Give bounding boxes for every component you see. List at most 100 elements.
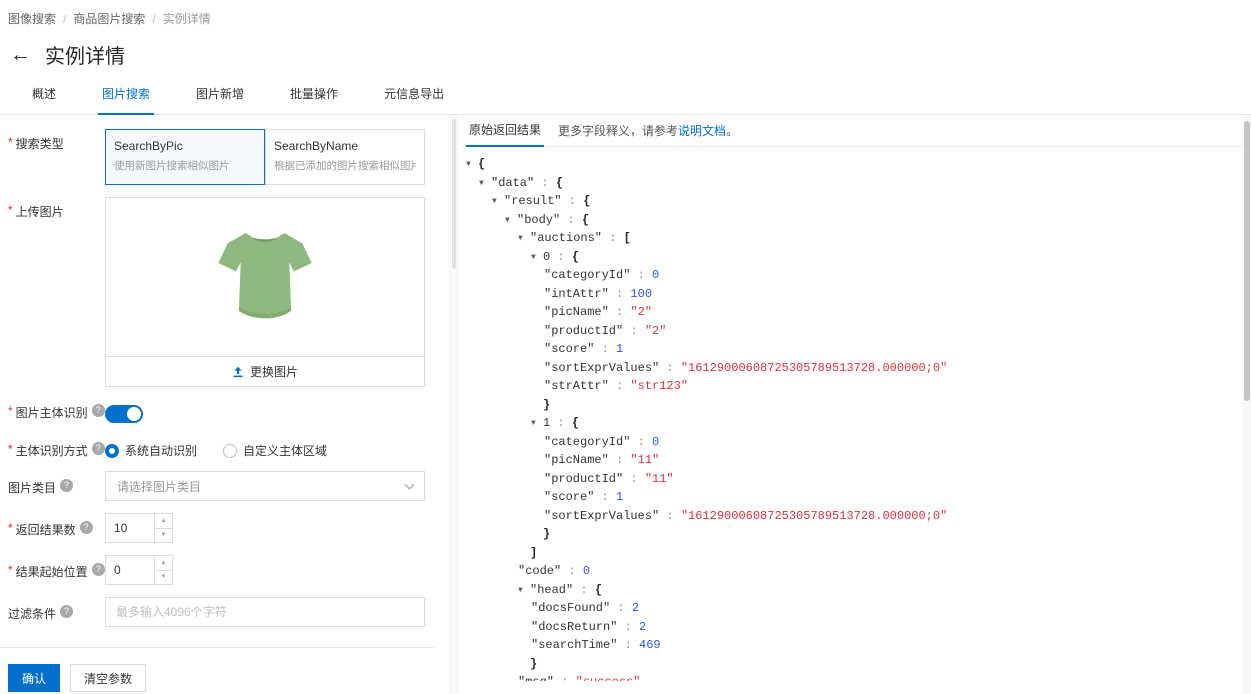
json-colon: : bbox=[617, 638, 640, 652]
json-colon: : bbox=[550, 416, 572, 430]
collapse-arrow-icon[interactable]: ▼ bbox=[531, 415, 543, 434]
search-type-card-searchbypic[interactable]: SearchByPic 使用新图片搜索相似图片 bbox=[105, 129, 265, 185]
change-image-button[interactable]: 更换图片 bbox=[106, 356, 424, 386]
start-position-input[interactable] bbox=[106, 556, 154, 584]
left-panel-scrollbar[interactable] bbox=[450, 115, 458, 694]
json-colon: : bbox=[608, 286, 631, 301]
label-text: 主体识别方式 bbox=[15, 444, 88, 458]
category-select[interactable]: 请选择图片类目 bbox=[105, 471, 425, 501]
result-panel: 原始返回结果 更多字段释义，请参考说明文档。 ▼{▼ "data" : {▼ "re… bbox=[458, 115, 1243, 694]
help-icon[interactable]: ? bbox=[60, 479, 74, 492]
page-scrollbar[interactable] bbox=[1243, 115, 1251, 694]
json-line: "msg" : "success" bbox=[462, 673, 1243, 681]
back-arrow-icon[interactable]: ← bbox=[10, 44, 31, 65]
detect-mode-label: * 主体识别方式 ? bbox=[8, 435, 105, 459]
confirm-button[interactable]: 确认 bbox=[8, 664, 61, 692]
collapse-arrow-icon[interactable]: ▼ bbox=[492, 193, 504, 212]
json-value: 1 bbox=[616, 342, 624, 356]
json-line: ▼} bbox=[462, 525, 1243, 544]
spinner-up-icon[interactable]: ▲ bbox=[155, 514, 172, 528]
required-asterisk: * bbox=[8, 135, 13, 149]
required-asterisk: * bbox=[8, 563, 13, 577]
json-value: } bbox=[530, 656, 538, 671]
tab-image-search[interactable]: 图片搜索 bbox=[98, 85, 155, 115]
help-icon[interactable]: ? bbox=[60, 605, 74, 618]
docs-link[interactable]: 说明文档 bbox=[678, 124, 726, 138]
json-colon: : bbox=[573, 582, 595, 597]
json-value: 0 bbox=[652, 268, 660, 282]
collapse-arrow-icon[interactable]: ▼ bbox=[531, 249, 543, 268]
spinner-down-icon[interactable]: ▼ bbox=[155, 527, 172, 543]
radio-label: 系统自动识别 bbox=[125, 444, 198, 458]
filter-row: 过滤条件 ? bbox=[8, 597, 450, 627]
radio-custom[interactable]: 自定义主体区域 bbox=[223, 442, 327, 459]
json-key: "msg" bbox=[518, 675, 554, 681]
help-icon[interactable]: ? bbox=[91, 404, 105, 417]
help-icon[interactable]: ? bbox=[91, 563, 105, 576]
search-type-card-searchbyname[interactable]: SearchByName 根据已添加的图片搜索相似图片 bbox=[265, 129, 425, 185]
json-line: "strAttr" : "str123" bbox=[462, 377, 1243, 396]
json-value: 469 bbox=[639, 638, 661, 652]
tab-overview[interactable]: 概述 bbox=[28, 85, 60, 114]
filter-input[interactable] bbox=[105, 597, 425, 627]
collapse-arrow-icon[interactable]: ▼ bbox=[518, 582, 530, 601]
json-colon: : bbox=[602, 231, 624, 245]
json-line: "productId" : "11" bbox=[462, 470, 1243, 489]
json-value: "11" bbox=[630, 453, 660, 467]
clear-params-button[interactable]: 清空参数 bbox=[70, 664, 147, 692]
label-text: 返回结果数 bbox=[15, 523, 76, 537]
search-type-card-title: SearchByName bbox=[274, 139, 359, 153]
json-colon: : bbox=[554, 675, 576, 681]
help-icon[interactable]: ? bbox=[79, 521, 93, 534]
json-value: "success" bbox=[576, 675, 641, 681]
json-line: ▼ 1 : { bbox=[462, 414, 1243, 433]
json-value: { bbox=[581, 212, 590, 227]
collapse-arrow-icon[interactable]: ▼ bbox=[479, 175, 491, 194]
category-select-placeholder: 请选择图片类目 bbox=[117, 479, 202, 494]
uploaded-tshirt-image bbox=[218, 233, 312, 319]
left-panel-scrollbar-thumb[interactable] bbox=[452, 119, 456, 269]
detect-mode-radio-group: 系统自动识别 自定义主体区域 bbox=[105, 435, 425, 459]
tab-image-add[interactable]: 图片新增 bbox=[192, 85, 248, 114]
json-line: "intAttr" : 100 bbox=[462, 285, 1243, 304]
tab-batch-operation[interactable]: 批量操作 bbox=[286, 85, 342, 114]
radio-auto[interactable]: 系统自动识别 bbox=[105, 442, 197, 459]
collapse-arrow-icon[interactable]: ▼ bbox=[466, 156, 478, 175]
label-text: 图片主体识别 bbox=[15, 406, 88, 420]
filter-label: 过滤条件 ? bbox=[8, 597, 105, 627]
subject-detect-toggle[interactable] bbox=[105, 405, 143, 423]
collapse-arrow-icon[interactable]: ▼ bbox=[518, 230, 530, 249]
json-colon: : bbox=[659, 508, 681, 523]
spinner-down-icon[interactable]: ▼ bbox=[155, 569, 172, 585]
title-row: ← 实例详情 bbox=[0, 27, 1251, 69]
json-line: "score" : 1 bbox=[462, 488, 1243, 507]
label-text: 上传图片 bbox=[15, 205, 64, 219]
radio-circle-icon bbox=[105, 443, 119, 458]
tab-meta-export[interactable]: 元信息导出 bbox=[380, 85, 448, 114]
json-line: ▼} bbox=[462, 396, 1243, 415]
page-scrollbar-thumb[interactable] bbox=[1244, 121, 1250, 401]
label-text: 结果起始位置 bbox=[15, 565, 88, 579]
result-count-field: ▲ ▼ bbox=[105, 513, 173, 543]
json-value: { bbox=[594, 582, 603, 597]
spinner-up-icon[interactable]: ▲ bbox=[155, 556, 172, 570]
search-type-card-title: SearchByPic bbox=[114, 139, 183, 153]
start-position-label: * 结果起始位置 ? bbox=[8, 555, 105, 585]
json-line: "categoryId" : 0 bbox=[462, 433, 1243, 452]
breadcrumb-current: 实例详情 bbox=[162, 12, 211, 26]
breadcrumb-link-product-image-search[interactable]: 商品图片搜索 bbox=[73, 10, 145, 27]
json-value: 1 bbox=[616, 490, 624, 504]
result-count-spinner: ▲ ▼ bbox=[154, 514, 172, 542]
search-type-cards: SearchByPic 使用新图片搜索相似图片 SearchByName 根据已添加的… bbox=[105, 129, 425, 185]
required-asterisk: * bbox=[8, 442, 13, 456]
json-value: { bbox=[571, 416, 580, 430]
json-value: } bbox=[543, 397, 551, 412]
tab-raw-result[interactable]: 原始返回结果 bbox=[466, 115, 545, 147]
collapse-arrow-icon[interactable]: ▼ bbox=[505, 212, 517, 231]
help-icon[interactable]: ? bbox=[91, 442, 105, 455]
result-count-input[interactable] bbox=[106, 514, 154, 542]
json-line: ▼{ bbox=[462, 155, 1243, 174]
json-line: "docsFound" : 2 bbox=[462, 599, 1243, 618]
json-key: "docsFound" bbox=[531, 601, 611, 615]
breadcrumb-link-image-search[interactable]: 图像搜索 bbox=[8, 10, 56, 27]
